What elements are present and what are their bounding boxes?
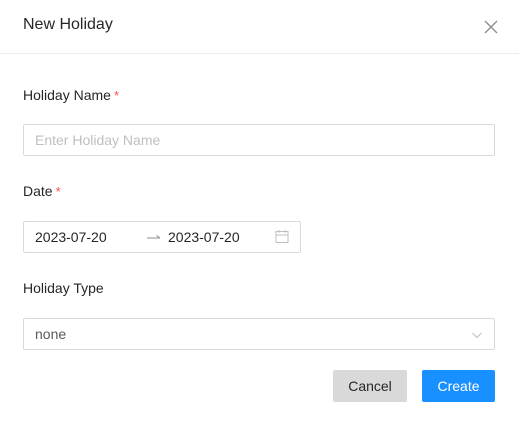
holiday-type-value: none xyxy=(35,326,67,342)
holiday-name-input[interactable] xyxy=(23,124,495,156)
required-mark: * xyxy=(113,88,119,103)
start-date-input[interactable]: 2023-07-20 xyxy=(35,229,107,245)
holiday-type-label: Holiday Type xyxy=(23,280,104,296)
arrow-right-icon xyxy=(147,235,161,239)
dialog-title: New Holiday xyxy=(23,16,113,33)
create-button[interactable]: Create xyxy=(422,370,495,402)
close-icon[interactable] xyxy=(481,17,501,37)
required-mark: * xyxy=(55,184,61,199)
holiday-name-label: Holiday Name * xyxy=(23,87,119,103)
dialog-header: New Holiday xyxy=(0,0,519,54)
holiday-type-select[interactable]: none xyxy=(23,318,495,350)
date-label-text: Date xyxy=(23,183,53,199)
date-range-picker: 2023-07-20 2023-07-20 xyxy=(23,221,301,253)
new-holiday-dialog: New Holiday Holiday Name* Date* 2023-07-… xyxy=(0,0,519,441)
holiday-name-label-text: Holiday Name xyxy=(23,87,111,103)
cancel-button[interactable]: Cancel xyxy=(333,370,407,402)
chevron-down-icon xyxy=(472,332,482,339)
date-label: Date * xyxy=(23,183,61,199)
calendar-icon[interactable] xyxy=(275,229,289,244)
end-date-input[interactable]: 2023-07-20 xyxy=(168,229,240,245)
